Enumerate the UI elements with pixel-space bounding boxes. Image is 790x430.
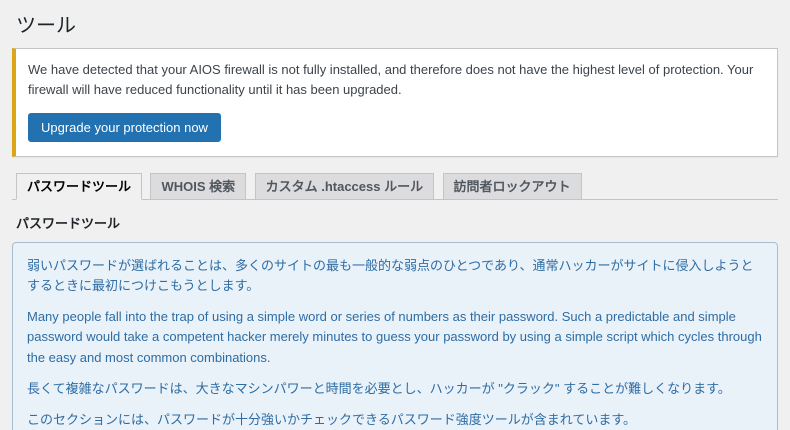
info-paragraph: Many people fall into the trap of using …: [27, 309, 762, 365]
tab-custom-htaccess-rules[interactable]: カスタム .htaccess ルール: [254, 173, 435, 199]
password-tools-heading: パスワードツール: [16, 216, 121, 231]
tab-password-tools[interactable]: パスワードツール: [16, 173, 143, 200]
firewall-warning-text: We have detected that your AIOS firewall…: [28, 62, 754, 97]
admin-page: ツール We have detected that your AIOS fire…: [0, 0, 790, 430]
tools-tab-bar: パスワードツール WHOIS 検索 カスタム .htaccess ルール 訪問者…: [12, 173, 778, 200]
tab-visitor-lockout[interactable]: 訪問者ロックアウト: [442, 173, 582, 199]
firewall-warning-notice: We have detected that your AIOS firewall…: [12, 48, 778, 157]
upgrade-protection-button[interactable]: Upgrade your protection now: [28, 113, 221, 142]
page-title: ツール: [16, 15, 76, 37]
info-paragraph: 長くて複雑なパスワードは、大きなマシンパワーと時間を必要とし、ハッカーが "クラ…: [27, 380, 731, 396]
info-paragraph: このセクションには、パスワードが十分強いかチェックできるパスワード強度ツールが含…: [27, 411, 637, 427]
tab-whois-lookup[interactable]: WHOIS 検索: [150, 173, 247, 199]
info-paragraph: 弱いパスワードが選ばれることは、多くのサイトの最も一般的な弱点のひとつであり、通…: [27, 258, 754, 294]
password-info-box: 弱いパスワードが選ばれることは、多くのサイトの最も一般的な弱点のひとつであり、通…: [12, 242, 778, 430]
